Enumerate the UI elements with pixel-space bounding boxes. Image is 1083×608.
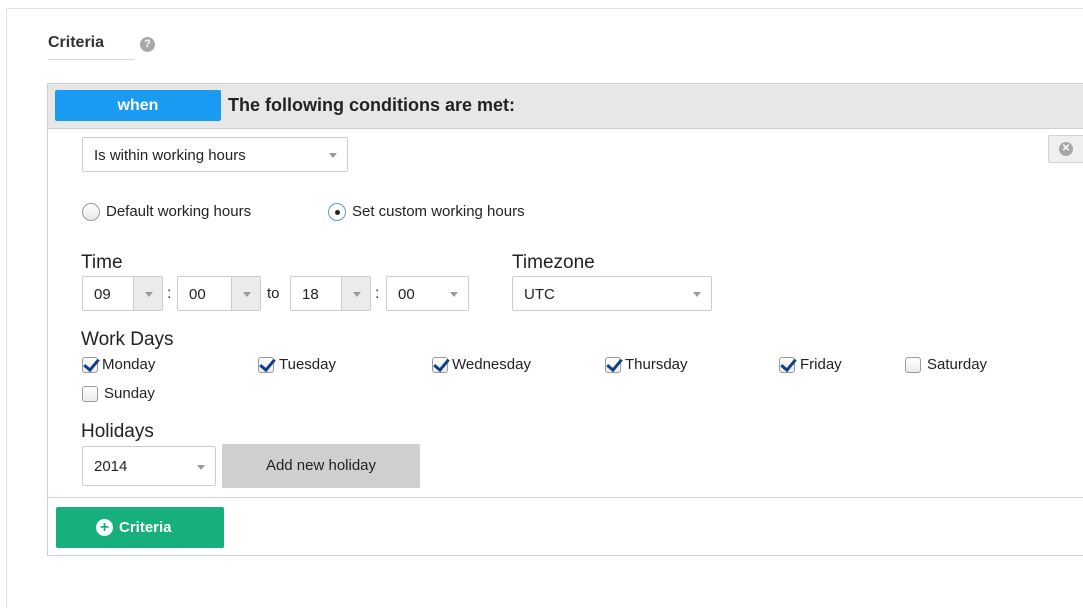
start-hour-select[interactable]: 09 <box>82 276 163 311</box>
end-minute-select[interactable]: 00 <box>386 276 469 311</box>
checkbox-monday[interactable] <box>82 357 98 373</box>
when-button[interactable]: when <box>55 90 221 121</box>
end-hour-select[interactable]: 18 <box>290 276 371 311</box>
time-label: Time <box>81 252 123 273</box>
plus-circle-icon: + <box>96 519 113 536</box>
time-separator: : <box>375 285 380 302</box>
chevron-down-icon <box>243 292 251 297</box>
condition-type-value: Is within working hours <box>94 147 246 164</box>
radio-custom-hours-label: Set custom working hours <box>352 203 525 220</box>
add-criteria-button[interactable]: + Criteria <box>56 507 224 548</box>
checkbox-wednesday[interactable] <box>432 357 448 373</box>
timezone-select[interactable]: UTC <box>512 276 712 311</box>
time-to-label: to <box>267 285 280 302</box>
holiday-year-select[interactable]: 2014 <box>82 446 216 486</box>
radio-default-hours[interactable] <box>82 203 100 221</box>
radio-default-hours-label: Default working hours <box>106 203 252 220</box>
add-criteria-label: Criteria <box>119 519 172 536</box>
end-hour-dropdown[interactable] <box>341 277 370 310</box>
chevron-down-icon <box>197 465 205 470</box>
checkbox-friday[interactable] <box>779 357 795 373</box>
radio-custom-hours[interactable] <box>328 203 346 221</box>
day-label-friday: Friday <box>800 356 842 373</box>
day-label-sunday: Sunday <box>104 385 155 402</box>
remove-circle-icon: ✕ <box>1059 142 1073 156</box>
condition-header: when The following conditions are met: <box>48 84 1083 129</box>
work-days-label: Work Days <box>81 329 174 350</box>
checkbox-sunday[interactable] <box>82 386 98 402</box>
day-label-tuesday: Tuesday <box>279 356 336 373</box>
chevron-down-icon <box>145 292 153 297</box>
start-hour-dropdown[interactable] <box>133 277 162 310</box>
checkbox-thursday[interactable] <box>605 357 621 373</box>
chevron-down-icon <box>353 292 361 297</box>
end-minute-dropdown[interactable] <box>439 277 468 310</box>
chevron-down-icon <box>329 153 337 158</box>
condition-header-title: The following conditions are met: <box>228 95 516 115</box>
timezone-label: Timezone <box>512 252 595 273</box>
end-hour-value: 18 <box>302 286 319 303</box>
start-minute-value: 00 <box>189 286 206 303</box>
condition-type-dropdown[interactable] <box>318 138 347 171</box>
day-label-thursday: Thursday <box>625 356 688 373</box>
start-minute-dropdown[interactable] <box>231 277 260 310</box>
holiday-year-value: 2014 <box>94 458 128 475</box>
time-separator: : <box>167 285 172 302</box>
question-circle-icon[interactable]: ? <box>140 37 155 52</box>
end-minute-value: 00 <box>398 286 415 303</box>
holidays-label: Holidays <box>81 421 154 442</box>
checkbox-saturday[interactable] <box>905 357 921 373</box>
day-label-monday: Monday <box>102 356 156 373</box>
start-minute-select[interactable]: 00 <box>177 276 261 311</box>
day-label-saturday: Saturday <box>927 356 988 373</box>
chevron-down-icon <box>450 292 458 297</box>
timezone-value: UTC <box>524 286 555 303</box>
condition-type-select[interactable]: Is within working hours <box>82 137 348 172</box>
checkbox-tuesday[interactable] <box>258 357 274 373</box>
footer-divider <box>47 497 1083 498</box>
holiday-year-dropdown[interactable] <box>186 447 215 485</box>
add-holiday-button[interactable]: Add new holiday <box>222 444 420 488</box>
section-title: Criteria <box>48 34 134 60</box>
timezone-dropdown[interactable] <box>682 277 711 310</box>
start-hour-value: 09 <box>94 286 111 303</box>
remove-condition-button[interactable]: ✕ <box>1048 135 1083 163</box>
chevron-down-icon <box>693 292 701 297</box>
day-label-wednesday: Wednesday <box>452 356 531 373</box>
